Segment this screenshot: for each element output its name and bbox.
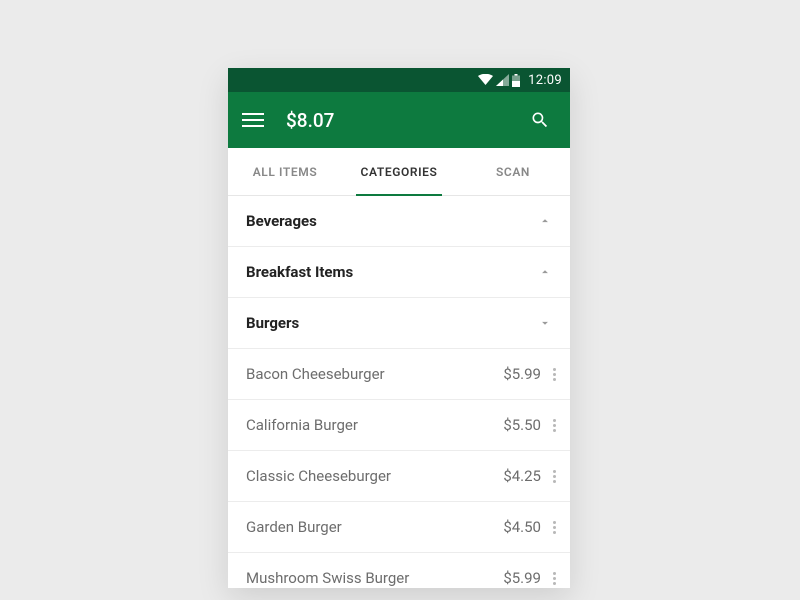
category-row-beverages[interactable]: Beverages: [228, 196, 570, 247]
tab-bar: ALL ITEMS CATEGORIES SCAN: [228, 148, 570, 196]
item-overflow-button[interactable]: [549, 515, 560, 540]
item-price: $5.50: [503, 416, 541, 434]
item-price: $4.25: [503, 467, 541, 485]
chevron-down-icon: [538, 316, 552, 330]
chevron-up-icon: [538, 265, 552, 279]
list-item[interactable]: Mushroom Swiss Burger $5.99: [228, 553, 570, 588]
phone-frame: 12:09 $8.07 ALL ITEMS CATEGORIES SCAN Be…: [228, 68, 570, 588]
cart-total: $8.07: [286, 109, 334, 132]
item-overflow-button[interactable]: [549, 566, 560, 589]
search-button[interactable]: [524, 104, 556, 136]
list-item[interactable]: Garden Burger $4.50: [228, 502, 570, 553]
tab-scan[interactable]: SCAN: [456, 148, 570, 195]
app-bar: $8.07: [228, 92, 570, 148]
item-overflow-button[interactable]: [549, 464, 560, 489]
item-name: California Burger: [246, 416, 503, 434]
list-item[interactable]: Classic Cheeseburger $4.25: [228, 451, 570, 502]
item-name: Classic Cheeseburger: [246, 467, 503, 485]
category-label: Burgers: [246, 314, 538, 332]
signal-icon: [496, 74, 509, 86]
status-icons: [478, 74, 520, 87]
item-name: Mushroom Swiss Burger: [246, 569, 503, 587]
category-label: Beverages: [246, 212, 538, 230]
item-price: $5.99: [503, 569, 541, 587]
item-overflow-button[interactable]: [549, 413, 560, 438]
list-item[interactable]: California Burger $5.50: [228, 400, 570, 451]
tab-all-items[interactable]: ALL ITEMS: [228, 148, 342, 195]
category-label: Breakfast Items: [246, 263, 538, 281]
status-bar: 12:09: [228, 68, 570, 92]
menu-icon[interactable]: [242, 109, 264, 131]
status-time: 12:09: [528, 73, 562, 88]
category-row-burgers[interactable]: Burgers: [228, 298, 570, 349]
category-row-breakfast[interactable]: Breakfast Items: [228, 247, 570, 298]
wifi-icon: [478, 74, 493, 86]
list-item[interactable]: Bacon Cheeseburger $5.99: [228, 349, 570, 400]
item-name: Garden Burger: [246, 518, 503, 536]
item-price: $5.99: [503, 365, 541, 383]
tab-categories[interactable]: CATEGORIES: [342, 148, 456, 195]
search-icon: [530, 110, 550, 130]
item-overflow-button[interactable]: [549, 362, 560, 387]
battery-icon: [512, 74, 520, 87]
chevron-up-icon: [538, 214, 552, 228]
item-name: Bacon Cheeseburger: [246, 365, 503, 383]
item-price: $4.50: [503, 518, 541, 536]
